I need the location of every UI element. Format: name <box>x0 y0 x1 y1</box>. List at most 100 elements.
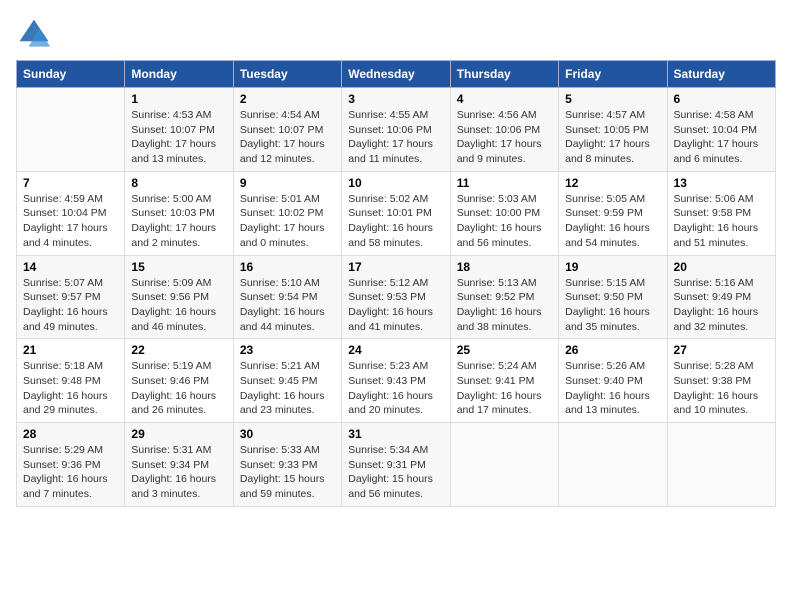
cell-content: Sunrise: 5:01 AM Sunset: 10:02 PM Daylig… <box>240 192 335 251</box>
calendar-cell: 25 Sunrise: 5:24 AM Sunset: 9:41 PM Dayli… <box>450 339 558 423</box>
day-number: 5 <box>565 92 660 106</box>
calendar-week-row: 28 Sunrise: 5:29 AM Sunset: 9:36 PM Dayli… <box>17 423 776 507</box>
cell-content: Sunrise: 5:19 AM Sunset: 9:46 PM Dayligh… <box>131 359 226 418</box>
column-header-friday: Friday <box>559 61 667 88</box>
cell-content: Sunrise: 5:24 AM Sunset: 9:41 PM Dayligh… <box>457 359 552 418</box>
calendar-cell <box>667 423 775 507</box>
logo <box>16 16 56 52</box>
cell-content: Sunrise: 5:13 AM Sunset: 9:52 PM Dayligh… <box>457 276 552 335</box>
cell-content: Sunrise: 4:55 AM Sunset: 10:06 PM Daylig… <box>348 108 443 167</box>
calendar-cell: 9 Sunrise: 5:01 AM Sunset: 10:02 PM Dayli… <box>233 171 341 255</box>
calendar-cell: 29 Sunrise: 5:31 AM Sunset: 9:34 PM Dayli… <box>125 423 233 507</box>
calendar-cell: 12Sunrise: 5:05 AM Sunset: 9:59 PM Dayli… <box>559 171 667 255</box>
calendar-cell: 5 Sunrise: 4:57 AM Sunset: 10:05 PM Dayli… <box>559 88 667 172</box>
cell-content: Sunrise: 5:02 AM Sunset: 10:01 PM Daylig… <box>348 192 443 251</box>
calendar-cell: 3 Sunrise: 4:55 AM Sunset: 10:06 PM Dayli… <box>342 88 450 172</box>
day-number: 4 <box>457 92 552 106</box>
day-number: 12 <box>565 176 660 190</box>
cell-content: Sunrise: 5:28 AM Sunset: 9:38 PM Dayligh… <box>674 359 769 418</box>
cell-content: Sunrise: 5:26 AM Sunset: 9:40 PM Dayligh… <box>565 359 660 418</box>
column-header-thursday: Thursday <box>450 61 558 88</box>
calendar-week-row: 21Sunrise: 5:18 AM Sunset: 9:48 PM Dayli… <box>17 339 776 423</box>
day-number: 19 <box>565 260 660 274</box>
calendar-cell: 18 Sunrise: 5:13 AM Sunset: 9:52 PM Dayli… <box>450 255 558 339</box>
day-number: 7 <box>23 176 118 190</box>
calendar-cell: 6Sunrise: 4:58 AM Sunset: 10:04 PM Dayli… <box>667 88 775 172</box>
page-header <box>16 16 776 52</box>
calendar-cell: 4Sunrise: 4:56 AM Sunset: 10:06 PM Dayli… <box>450 88 558 172</box>
day-number: 18 <box>457 260 552 274</box>
day-number: 11 <box>457 176 552 190</box>
calendar-cell <box>559 423 667 507</box>
day-number: 9 <box>240 176 335 190</box>
day-number: 31 <box>348 427 443 441</box>
day-number: 29 <box>131 427 226 441</box>
calendar-cell: 20Sunrise: 5:16 AM Sunset: 9:49 PM Dayli… <box>667 255 775 339</box>
cell-content: Sunrise: 5:34 AM Sunset: 9:31 PM Dayligh… <box>348 443 443 502</box>
calendar-table: SundayMondayTuesdayWednesdayThursdayFrid… <box>16 60 776 507</box>
cell-content: Sunrise: 5:29 AM Sunset: 9:36 PM Dayligh… <box>23 443 118 502</box>
calendar-cell: 2 Sunrise: 4:54 AM Sunset: 10:07 PM Dayli… <box>233 88 341 172</box>
cell-content: Sunrise: 5:12 AM Sunset: 9:53 PM Dayligh… <box>348 276 443 335</box>
day-number: 15 <box>131 260 226 274</box>
calendar-cell: 24 Sunrise: 5:23 AM Sunset: 9:43 PM Dayli… <box>342 339 450 423</box>
day-number: 16 <box>240 260 335 274</box>
calendar-cell: 15 Sunrise: 5:09 AM Sunset: 9:56 PM Dayli… <box>125 255 233 339</box>
calendar-week-row: 1 Sunrise: 4:53 AM Sunset: 10:07 PM Dayli… <box>17 88 776 172</box>
day-number: 23 <box>240 343 335 357</box>
cell-content: Sunrise: 4:57 AM Sunset: 10:05 PM Daylig… <box>565 108 660 167</box>
calendar-cell: 11 Sunrise: 5:03 AM Sunset: 10:00 PM Dayl… <box>450 171 558 255</box>
day-number: 24 <box>348 343 443 357</box>
cell-content: Sunrise: 5:16 AM Sunset: 9:49 PM Dayligh… <box>674 276 769 335</box>
day-number: 27 <box>674 343 769 357</box>
day-number: 22 <box>131 343 226 357</box>
calendar-cell: 27 Sunrise: 5:28 AM Sunset: 9:38 PM Dayli… <box>667 339 775 423</box>
column-header-wednesday: Wednesday <box>342 61 450 88</box>
day-number: 8 <box>131 176 226 190</box>
cell-content: Sunrise: 5:23 AM Sunset: 9:43 PM Dayligh… <box>348 359 443 418</box>
calendar-cell: 1 Sunrise: 4:53 AM Sunset: 10:07 PM Dayli… <box>125 88 233 172</box>
calendar-cell <box>450 423 558 507</box>
day-number: 21 <box>23 343 118 357</box>
calendar-cell: 28 Sunrise: 5:29 AM Sunset: 9:36 PM Dayli… <box>17 423 125 507</box>
cell-content: Sunrise: 5:07 AM Sunset: 9:57 PM Dayligh… <box>23 276 118 335</box>
column-header-saturday: Saturday <box>667 61 775 88</box>
cell-content: Sunrise: 4:58 AM Sunset: 10:04 PM Daylig… <box>674 108 769 167</box>
calendar-cell: 16 Sunrise: 5:10 AM Sunset: 9:54 PM Dayli… <box>233 255 341 339</box>
column-header-tuesday: Tuesday <box>233 61 341 88</box>
calendar-cell: 17Sunrise: 5:12 AM Sunset: 9:53 PM Dayli… <box>342 255 450 339</box>
calendar-cell: 31 Sunrise: 5:34 AM Sunset: 9:31 PM Dayli… <box>342 423 450 507</box>
cell-content: Sunrise: 5:21 AM Sunset: 9:45 PM Dayligh… <box>240 359 335 418</box>
day-number: 10 <box>348 176 443 190</box>
calendar-cell: 23 Sunrise: 5:21 AM Sunset: 9:45 PM Dayli… <box>233 339 341 423</box>
cell-content: Sunrise: 5:33 AM Sunset: 9:33 PM Dayligh… <box>240 443 335 502</box>
day-number: 25 <box>457 343 552 357</box>
cell-content: Sunrise: 4:54 AM Sunset: 10:07 PM Daylig… <box>240 108 335 167</box>
day-number: 3 <box>348 92 443 106</box>
calendar-cell: 22 Sunrise: 5:19 AM Sunset: 9:46 PM Dayli… <box>125 339 233 423</box>
calendar-cell: 19 Sunrise: 5:15 AM Sunset: 9:50 PM Dayli… <box>559 255 667 339</box>
calendar-cell: 30Sunrise: 5:33 AM Sunset: 9:33 PM Dayli… <box>233 423 341 507</box>
calendar-cell: 8 Sunrise: 5:00 AM Sunset: 10:03 PM Dayli… <box>125 171 233 255</box>
calendar-cell: 14Sunrise: 5:07 AM Sunset: 9:57 PM Dayli… <box>17 255 125 339</box>
calendar-week-row: 7 Sunrise: 4:59 AM Sunset: 10:04 PM Dayli… <box>17 171 776 255</box>
cell-content: Sunrise: 5:10 AM Sunset: 9:54 PM Dayligh… <box>240 276 335 335</box>
day-number: 1 <box>131 92 226 106</box>
cell-content: Sunrise: 4:53 AM Sunset: 10:07 PM Daylig… <box>131 108 226 167</box>
calendar-cell: 7 Sunrise: 4:59 AM Sunset: 10:04 PM Dayli… <box>17 171 125 255</box>
cell-content: Sunrise: 5:00 AM Sunset: 10:03 PM Daylig… <box>131 192 226 251</box>
cell-content: Sunrise: 5:15 AM Sunset: 9:50 PM Dayligh… <box>565 276 660 335</box>
cell-content: Sunrise: 5:31 AM Sunset: 9:34 PM Dayligh… <box>131 443 226 502</box>
day-number: 13 <box>674 176 769 190</box>
calendar-cell <box>17 88 125 172</box>
day-number: 2 <box>240 92 335 106</box>
calendar-cell: 21Sunrise: 5:18 AM Sunset: 9:48 PM Dayli… <box>17 339 125 423</box>
day-number: 26 <box>565 343 660 357</box>
cell-content: Sunrise: 5:06 AM Sunset: 9:58 PM Dayligh… <box>674 192 769 251</box>
column-header-sunday: Sunday <box>17 61 125 88</box>
calendar-cell: 26 Sunrise: 5:26 AM Sunset: 9:40 PM Dayli… <box>559 339 667 423</box>
cell-content: Sunrise: 4:59 AM Sunset: 10:04 PM Daylig… <box>23 192 118 251</box>
cell-content: Sunrise: 5:09 AM Sunset: 9:56 PM Dayligh… <box>131 276 226 335</box>
day-number: 28 <box>23 427 118 441</box>
cell-content: Sunrise: 5:03 AM Sunset: 10:00 PM Daylig… <box>457 192 552 251</box>
